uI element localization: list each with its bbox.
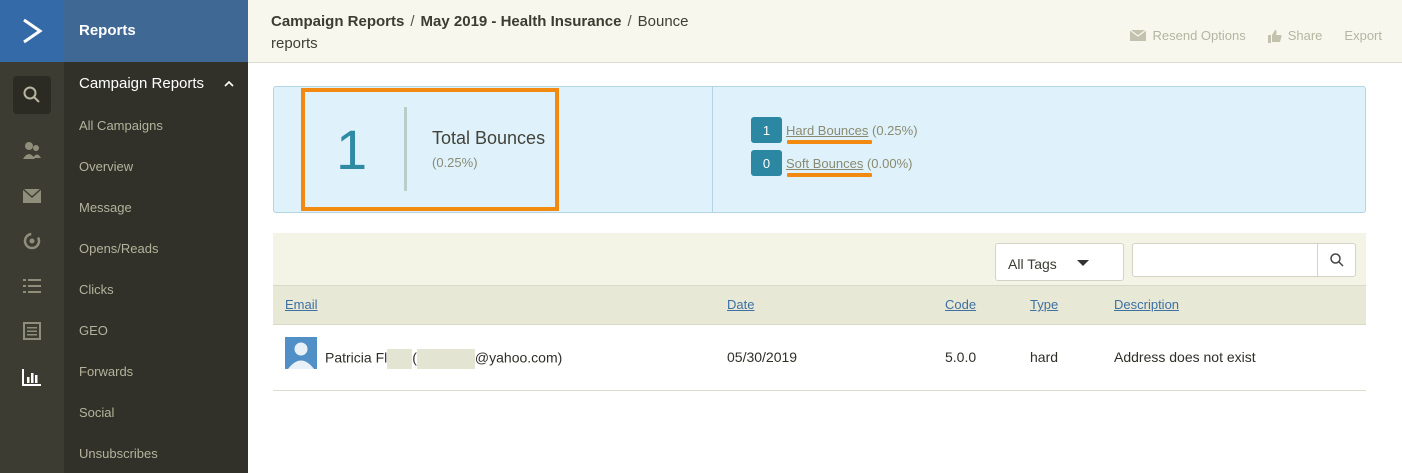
sidebar-section-campaign-reports[interactable]: Campaign Reports [79,75,234,92]
app-logo[interactable] [0,0,64,62]
sidebar-item-geo[interactable]: GEO [79,323,108,338]
reports-icon[interactable] [20,365,44,389]
row-date-cell: 05/30/2019 [727,349,798,365]
sidebar-item-social[interactable]: Social [79,405,114,420]
hard-bounces-percent: (0.25%) [872,123,918,138]
soft-bounces-highlight-underline [787,173,872,177]
hard-bounces-row: Hard Bounces (0.25%) [786,123,918,138]
tags-dropdown[interactable]: All Tags [995,243,1124,281]
search-icon [1329,253,1344,267]
column-header-type[interactable]: Type [1030,297,1058,312]
soft-bounces-count-badge: 0 [751,150,782,176]
sidebar-item-opens-reads[interactable]: Opens/Reads [79,241,159,256]
list-icon[interactable] [20,274,44,298]
sidebar: Reports Campaign Reports All Campaigns O… [64,0,248,473]
envelope-icon [1130,30,1147,41]
contacts-icon[interactable] [20,138,44,162]
redaction-block [387,349,413,369]
contact-email-domain: @yahoo.com) [474,349,563,366]
soft-bounces-percent: (0.00%) [866,156,913,171]
row-email-cell[interactable]: Patricia Fl(@yahoo.com) [325,349,562,369]
page-header: Campaign Reports / May 2019 - Health Insur… [248,0,1402,63]
export-label: Export [1344,28,1382,43]
breadcrumb-separator: / [627,13,632,30]
automation-icon[interactable] [20,229,44,253]
column-header-code[interactable]: Code [945,297,976,312]
column-header-email[interactable]: Email [285,297,318,312]
breadcrumb-campaign-reports[interactable]: Campaign Reports [271,13,404,30]
sidebar-item-overview[interactable]: Overview [79,159,133,174]
hard-bounces-link[interactable]: Hard Bounces [786,123,868,138]
thumbs-up-icon [1267,29,1282,43]
soft-bounces-link[interactable]: Soft Bounces [786,156,863,171]
user-silhouette-icon [288,342,314,369]
breadcrumb-campaign-name[interactable]: May 2019 - Health Insurance [421,13,622,30]
column-header-date[interactable]: Date [727,297,754,312]
mail-icon[interactable] [20,184,44,208]
sidebar-title: Reports [64,0,248,62]
icon-rail [0,0,64,473]
row-code-cell: 5.0.0 [945,349,977,365]
hard-bounces-count-badge: 1 [751,117,782,143]
caret-down-icon [1077,260,1089,266]
breadcrumb: Campaign Reports / May 2019 - Health Insur… [271,11,711,55]
table-header [273,285,1366,325]
rail-search-button[interactable] [13,76,51,114]
share-label: Share [1287,28,1323,43]
tags-dropdown-value: All Tags [1008,256,1057,272]
forms-icon[interactable] [20,319,44,343]
sidebar-item-all-campaigns[interactable]: All Campaigns [79,118,163,133]
column-header-description[interactable]: Description [1114,297,1179,312]
sidebar-item-clicks[interactable]: Clicks [79,282,114,297]
soft-bounces-row: Soft Bounces (0.00%) [786,156,912,171]
total-bounces-highlight [301,88,559,211]
share-button[interactable]: Share [1267,28,1323,43]
resend-options-label: Resend Options [1152,28,1246,43]
summary-divider [712,87,713,212]
search-icon [23,86,40,103]
chevron-right-logo-icon [23,18,43,44]
redaction-block [416,349,475,369]
chevron-up-icon [224,80,234,87]
row-type-cell: hard [1030,349,1059,365]
row-description-cell: Address does not exist [1114,349,1256,365]
breadcrumb-separator: / [410,13,415,30]
sidebar-section-label: Campaign Reports [79,75,205,92]
sidebar-item-unsubscribes[interactable]: Unsubscribes [79,446,158,461]
contact-name: Patricia Fl [325,349,388,366]
resend-options-button[interactable]: Resend Options [1130,28,1246,43]
sidebar-item-message[interactable]: Message [79,200,132,215]
avatar [285,337,317,369]
search-button[interactable] [1317,244,1355,276]
hard-bounces-highlight-underline [787,140,872,144]
sidebar-item-forwards[interactable]: Forwards [79,364,133,379]
export-button[interactable]: Export [1344,28,1382,43]
header-actions: Resend Options Share Export [1130,28,1382,43]
